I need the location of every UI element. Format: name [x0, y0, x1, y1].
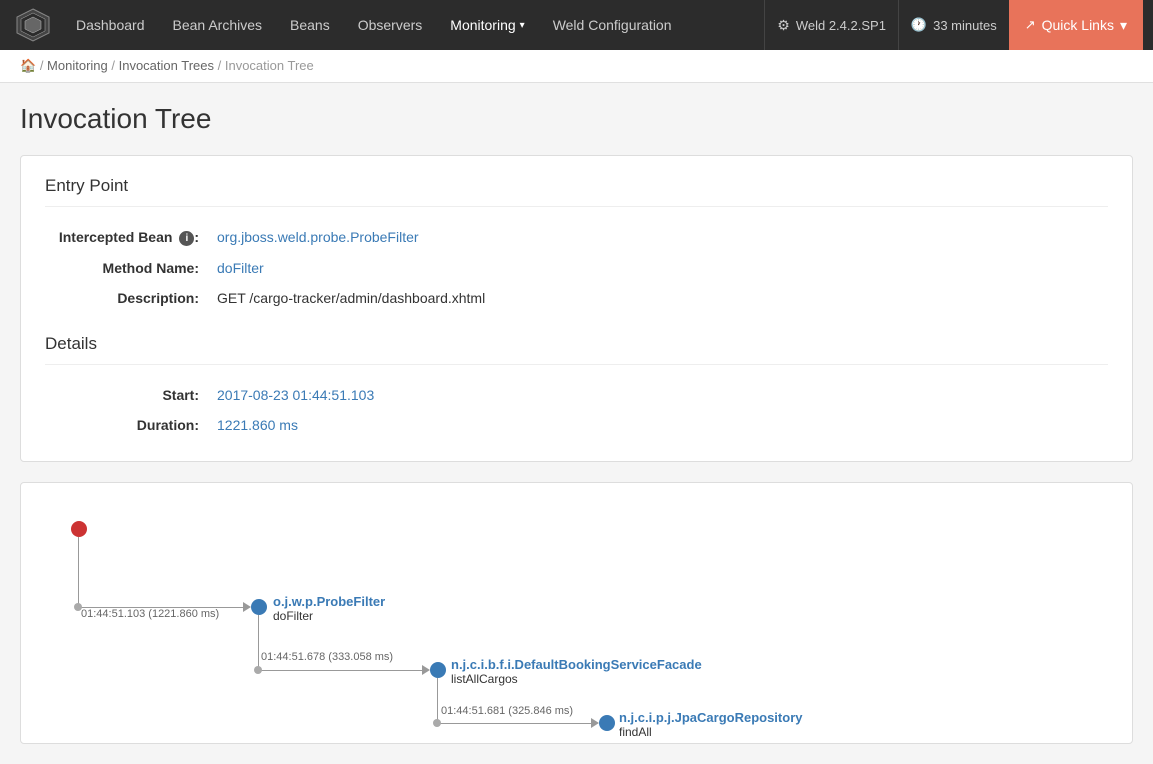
quicklinks-caret: ▾	[1120, 17, 1127, 34]
nav-monitoring[interactable]: Monitoring ▾	[436, 0, 538, 50]
node-dot-1	[251, 599, 267, 615]
duration-label: Duration:	[47, 411, 207, 439]
info-icon[interactable]: i	[179, 231, 194, 246]
method-name-label: Method Name:	[47, 254, 207, 282]
breadcrumb: 🏠 / Monitoring / Invocation Trees / Invo…	[0, 50, 1153, 83]
nav-dashboard[interactable]: Dashboard	[62, 0, 159, 50]
description-row: Description: GET /cargo-tracker/admin/da…	[47, 284, 1106, 312]
entry-point-card: Entry Point Intercepted Bean i: org.jbos…	[20, 155, 1133, 462]
node-time-0: 01:44:51.103 (1221.860 ms)	[81, 608, 219, 620]
description-value: GET /cargo-tracker/admin/dashboard.xhtml	[209, 284, 1106, 312]
intercepted-bean-value: org.jboss.weld.probe.ProbeFilter	[209, 223, 1106, 252]
start-dot	[71, 521, 87, 537]
weld-version: ⚙ Weld 2.4.2.SP1	[764, 0, 898, 50]
nav-right: ⚙ Weld 2.4.2.SP1 🕐 33 minutes ↗ Quick Li…	[764, 0, 1143, 50]
details-title: Details	[45, 334, 1108, 365]
method-name-row: Method Name: doFilter	[47, 254, 1106, 282]
breadcrumb-sep1: /	[40, 58, 47, 73]
breadcrumb-sep2: /	[111, 58, 118, 73]
intercepted-bean-label: Intercepted Bean i:	[47, 223, 207, 252]
nav-beans[interactable]: Beans	[276, 0, 344, 50]
duration-row: Duration: 1221.860 ms	[47, 411, 1106, 439]
node-label-3: n.j.c.i.p.j.JpaCargoRepository findAll	[619, 710, 802, 739]
description-label: Description:	[47, 284, 207, 312]
intercepted-bean-row: Intercepted Bean i: org.jboss.weld.probe…	[47, 223, 1106, 252]
nav-observers[interactable]: Observers	[344, 0, 437, 50]
node-dot-3	[599, 715, 615, 731]
page-title: Invocation Tree	[20, 103, 1133, 135]
nav-weld-config[interactable]: Weld Configuration	[539, 0, 686, 50]
start-value: 2017-08-23 01:44:51.103	[209, 381, 1106, 409]
junction-dot-3	[433, 719, 441, 727]
page-content: Invocation Tree Entry Point Intercepted …	[0, 83, 1153, 764]
quick-links-button[interactable]: ↗ Quick Links ▾	[1009, 0, 1143, 50]
arrow-1	[243, 602, 251, 612]
arrow-2	[422, 665, 430, 675]
breadcrumb-invocation-trees[interactable]: Invocation Trees	[119, 58, 214, 73]
line-h3	[437, 723, 597, 724]
node-label-2: n.j.c.i.b.f.i.DefaultBookingServiceFacad…	[451, 657, 702, 686]
line-v2	[258, 615, 259, 670]
entry-point-table: Intercepted Bean i: org.jboss.weld.probe…	[45, 221, 1108, 314]
duration-value: 1221.860 ms	[209, 411, 1106, 439]
node-label-1: o.j.w.p.ProbeFilter doFilter	[273, 594, 385, 623]
entry-point-title: Entry Point	[45, 176, 1108, 207]
tree-diagram-card: 01:44:51.103 (1221.860 ms) o.j.w.p.Probe…	[20, 482, 1133, 744]
start-label: Start:	[47, 381, 207, 409]
breadcrumb-home[interactable]: 🏠	[20, 58, 36, 73]
brand-logo[interactable]	[10, 2, 56, 48]
line-v1	[78, 537, 79, 607]
breadcrumb-monitoring[interactable]: Monitoring	[47, 58, 108, 73]
arrow-3	[591, 718, 599, 728]
node-dot-2	[430, 662, 446, 678]
start-row: Start: 2017-08-23 01:44:51.103	[47, 381, 1106, 409]
method-name-value: doFilter	[209, 254, 1106, 282]
junction-dot-1	[74, 603, 82, 611]
tree-container: 01:44:51.103 (1221.860 ms) o.j.w.p.Probe…	[51, 503, 1102, 723]
node-time-1: 01:44:51.678 (333.058 ms)	[261, 651, 393, 663]
nav-bean-archives[interactable]: Bean Archives	[159, 0, 277, 50]
clock-icon: 🕐	[911, 17, 927, 33]
gear-icon: ⚙	[777, 17, 790, 34]
junction-dot-2	[254, 666, 262, 674]
breadcrumb-current: Invocation Tree	[225, 58, 314, 73]
details-table: Start: 2017-08-23 01:44:51.103 Duration:…	[45, 379, 1108, 441]
external-link-icon: ↗	[1025, 17, 1036, 33]
breadcrumb-sep3: /	[218, 58, 225, 73]
node-time-2: 01:44:51.681 (325.846 ms)	[441, 705, 573, 717]
nav-menu: Dashboard Bean Archives Beans Observers …	[62, 0, 764, 50]
time-meta: 🕐 33 minutes	[898, 0, 1009, 50]
line-h2	[258, 670, 428, 671]
line-v3	[437, 678, 438, 723]
monitoring-caret: ▾	[520, 20, 525, 31]
navbar: Dashboard Bean Archives Beans Observers …	[0, 0, 1153, 50]
